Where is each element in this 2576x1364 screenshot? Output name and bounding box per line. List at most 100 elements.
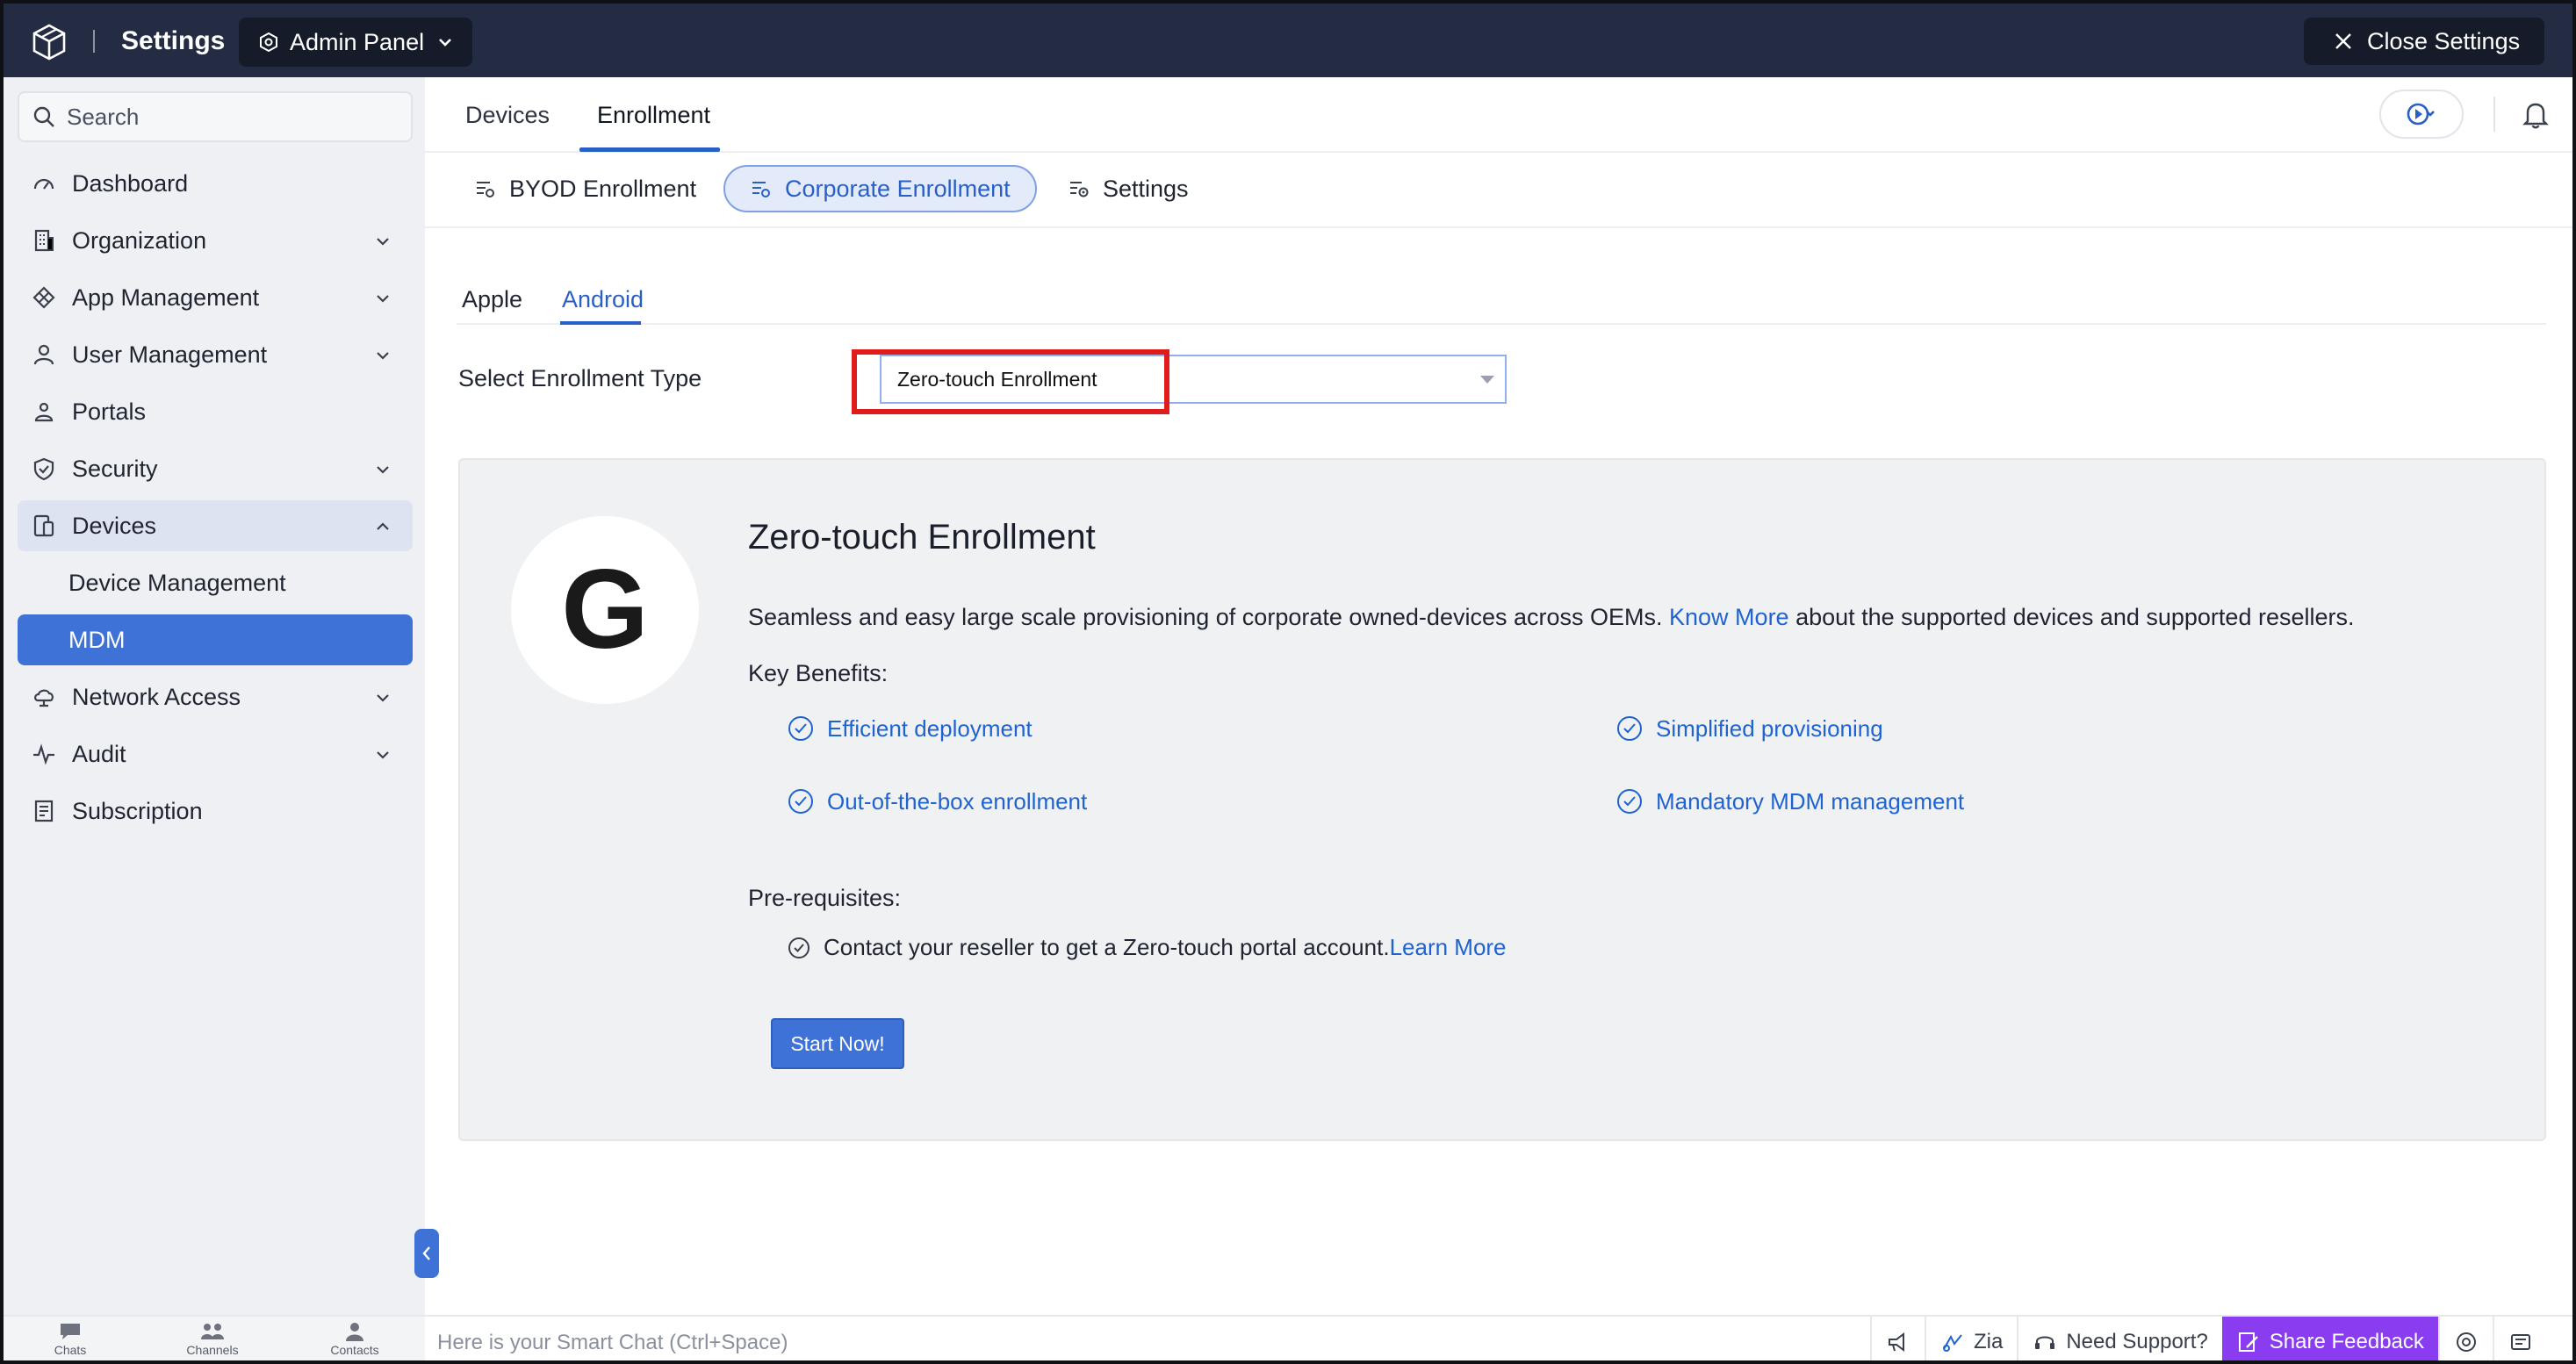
- start-now-button[interactable]: Start Now!: [771, 1018, 904, 1069]
- benefit-label: Out-of-the-box enrollment: [827, 787, 1088, 815]
- sidebar-subitem-label: MDM: [68, 626, 126, 653]
- sidebar-item-audit[interactable]: Audit: [18, 729, 413, 779]
- sidebar-item-subscription[interactable]: Subscription: [18, 786, 413, 836]
- sidebar-item-label: User Management: [72, 341, 268, 368]
- subtab-corporate-enrollment[interactable]: Corporate Enrollment: [723, 165, 1037, 212]
- description-text: Seamless and easy large scale provisioni…: [748, 604, 1670, 630]
- organization-icon: [34, 229, 54, 252]
- benefit-label: Simplified provisioning: [1656, 714, 1883, 742]
- prerequisite-text: Contact your reseller to get a Zero-touc…: [824, 934, 1390, 960]
- contacts-button[interactable]: Contacts: [320, 1320, 390, 1357]
- gear-list-icon: [1070, 182, 1089, 197]
- search-input[interactable]: Search: [18, 91, 413, 142]
- mentions-button[interactable]: [2437, 1317, 2493, 1360]
- feedback-icon: [2238, 1332, 2258, 1352]
- sidebar-item-app-management[interactable]: App Management: [18, 272, 413, 323]
- sidebar-item-label: Network Access: [72, 683, 241, 710]
- chats-button[interactable]: Chats: [35, 1320, 105, 1357]
- benefit-item: Simplified provisioning: [1615, 714, 1883, 743]
- share-feedback-label: Share Feedback: [2269, 1330, 2424, 1353]
- messages-button[interactable]: [2492, 1317, 2547, 1360]
- chevron-left-icon: [422, 1246, 430, 1260]
- zero-touch-card: G Zero-touch Enrollment Seamless and eas…: [458, 458, 2546, 1141]
- sidebar-item-devices[interactable]: Devices: [18, 500, 413, 551]
- app-management-icon: [32, 286, 55, 309]
- headset-icon: [2035, 1336, 2055, 1349]
- zia-icon: [1943, 1334, 1962, 1352]
- active-tab-indicator: [579, 147, 720, 152]
- chevron-down-icon: [377, 295, 389, 303]
- tab-apple[interactable]: Apple: [462, 286, 522, 313]
- admin-panel-label: Admin Panel: [290, 28, 425, 55]
- portals-icon: [34, 402, 54, 422]
- sidebar-subitem-device-management[interactable]: Device Management: [18, 557, 413, 608]
- active-os-tab-indicator: [560, 321, 641, 325]
- bell-icon[interactable]: [2520, 98, 2551, 130]
- share-feedback-button[interactable]: Share Feedback: [2221, 1317, 2438, 1360]
- chevron-down-icon: [439, 39, 452, 47]
- chevron-down-icon: [377, 238, 389, 246]
- top-bar: Settings Admin Panel Close Settings: [4, 4, 2572, 77]
- close-settings-label: Close Settings: [2367, 27, 2521, 54]
- benefit-item: Efficient deployment: [787, 714, 1033, 743]
- sidebar-item-network-access[interactable]: Network Access: [18, 671, 413, 722]
- app-window: Settings Admin Panel Close Settings Sear…: [0, 0, 2576, 1364]
- check-circle-icon: [788, 716, 813, 741]
- tab-enrollment[interactable]: Enrollment: [597, 102, 710, 129]
- admin-panel-dropdown[interactable]: Admin Panel: [239, 18, 472, 67]
- smart-chat-input[interactable]: Here is your Smart Chat (Ctrl+Space): [437, 1331, 788, 1355]
- sidebar-item-dashboard[interactable]: Dashboard: [18, 158, 413, 209]
- user-icon: [33, 344, 54, 365]
- chevron-down-icon: [377, 466, 389, 474]
- prerequisite-item: Contact your reseller to get a Zero-touc…: [787, 934, 1507, 961]
- play-circle-icon: [2407, 103, 2435, 126]
- sidebar-item-label: Security: [72, 455, 158, 482]
- sidebar-item-label: Audit: [72, 740, 126, 767]
- subtab-label: BYOD Enrollment: [509, 175, 697, 202]
- sidebar-item-portals[interactable]: Portals: [18, 386, 413, 437]
- megaphone-icon: [1889, 1332, 1904, 1352]
- bottom-bar-quick-links: Chats Channels Contacts: [4, 1317, 425, 1360]
- announcement-button[interactable]: [1870, 1317, 1925, 1360]
- subtab-label: Settings: [1103, 175, 1189, 202]
- channels-button[interactable]: Channels: [177, 1320, 248, 1357]
- header-divider: [2493, 97, 2495, 132]
- chevron-down-icon: [377, 694, 389, 702]
- sidebar-item-label: Dashboard: [72, 169, 189, 197]
- message-icon: [2510, 1334, 2530, 1350]
- title-separator: [93, 30, 95, 53]
- sidebar-item-organization[interactable]: Organization: [18, 215, 413, 266]
- devices-icon: [33, 514, 54, 537]
- highlight-annotation: [852, 349, 1169, 414]
- subtab-byod-enrollment[interactable]: BYOD Enrollment: [474, 165, 696, 212]
- bottom-bar-actions: Zia Need Support? Share Feedback: [1870, 1317, 2547, 1360]
- hexagon-icon: [260, 32, 277, 53]
- sidebar-item-user-management[interactable]: User Management: [18, 329, 413, 380]
- subtab-settings[interactable]: Settings: [1068, 165, 1189, 212]
- pulse-icon: [33, 743, 54, 765]
- list-settings-icon: [477, 182, 494, 197]
- cloud-icon: [34, 689, 54, 707]
- close-settings-button[interactable]: Close Settings: [2304, 18, 2544, 65]
- list-settings-icon: [752, 182, 770, 197]
- main-tabs: Devices Enrollment: [425, 77, 2572, 153]
- tab-devices[interactable]: Devices: [465, 102, 550, 129]
- subscription-icon: [34, 800, 54, 822]
- page-title: Settings: [121, 26, 226, 55]
- sidebar-collapse-button[interactable]: [414, 1229, 439, 1278]
- sidebar-item-label: Organization: [72, 226, 207, 254]
- need-support-button[interactable]: Need Support?: [2017, 1317, 2221, 1360]
- sidebar-item-label: Devices: [72, 512, 157, 539]
- search-placeholder: Search: [67, 103, 140, 130]
- at-sign-icon: [2456, 1332, 2476, 1352]
- check-circle-icon: [788, 789, 813, 814]
- tab-android[interactable]: Android: [562, 286, 644, 313]
- zia-button[interactable]: Zia: [1925, 1317, 2017, 1360]
- sidebar-subitem-mdm[interactable]: MDM: [18, 614, 413, 665]
- know-more-link[interactable]: Know More: [1669, 604, 1789, 630]
- learn-more-link[interactable]: Learn More: [1390, 934, 1507, 961]
- quick-actions-dropdown[interactable]: [2379, 90, 2464, 139]
- chevron-down-icon: [377, 352, 389, 360]
- sidebar-item-security[interactable]: Security: [18, 443, 413, 494]
- sidebar: Search Dashboard Organization App Manage…: [4, 77, 425, 1318]
